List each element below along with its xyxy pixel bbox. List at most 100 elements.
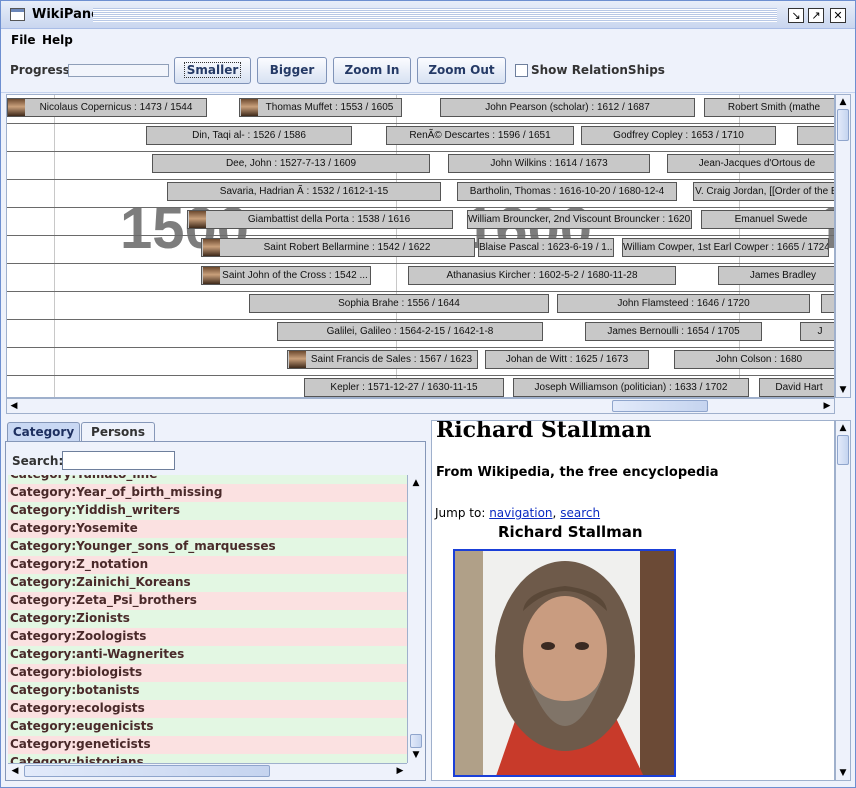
menu-help[interactable]: Help <box>42 33 73 47</box>
app-window: WikiPane ↘ ↗ ✕ File Help Progress Smalle… <box>0 0 856 788</box>
timeline-hscroll-thumb[interactable] <box>612 400 708 412</box>
category-list-item[interactable]: Category:Yiddish_writers <box>8 502 407 520</box>
category-horizontal-scrollbar[interactable]: ◀ ▶ <box>8 763 407 779</box>
category-hscroll-thumb[interactable] <box>24 765 270 777</box>
person-box[interactable]: Emanuel Swede <box>701 210 834 229</box>
search-input[interactable] <box>62 451 175 470</box>
scroll-left-arrow-icon[interactable]: ◀ <box>7 399 21 413</box>
show-relationships-checkbox[interactable] <box>515 64 528 77</box>
person-box[interactable]: John Pearson (scholar) : 1612 / 1687 <box>440 98 695 117</box>
category-list-item[interactable]: Category:Yamato_line <box>8 475 407 484</box>
person-box[interactable]: John Colson : 1680 <box>674 350 834 369</box>
person-box[interactable]: RenÃ© Descartes : 1596 / 1651 <box>386 126 574 145</box>
search-link[interactable]: search <box>560 506 600 520</box>
timeline-canvas[interactable]: 1500 1600 1 Nicolaus Copernicus : 1473 /… <box>6 94 835 398</box>
person-box-label: David Hart <box>775 382 823 393</box>
category-list-item[interactable]: Category:Zionists <box>8 610 407 628</box>
person-box[interactable]: Kepler : 1571-12-27 / 1630-11-15 <box>304 378 504 397</box>
person-box-label: Emanuel Swede <box>734 214 808 225</box>
person-box[interactable]: Joseph Williamson (politician) : 1633 / … <box>513 378 749 397</box>
scroll-right-arrow-icon[interactable]: ▶ <box>820 399 834 413</box>
person-box[interactable]: Dee, John : 1527-7-13 / 1609 <box>152 154 430 173</box>
zoom-in-button[interactable]: Zoom In <box>333 57 411 84</box>
tab-category[interactable]: Category <box>7 422 80 442</box>
person-box[interactable]: Johan de Witt : 1625 / 1673 <box>485 350 649 369</box>
person-box[interactable]: Saint Robert Bellarmine : 1542 / 1622 <box>201 238 475 257</box>
timeline-vertical-scrollbar[interactable]: ▲ ▼ <box>835 94 851 398</box>
category-list-item[interactable]: Category:Yosemite <box>8 520 407 538</box>
category-list-item[interactable]: Category:botanists <box>8 682 407 700</box>
scroll-up-arrow-icon[interactable]: ▲ <box>409 476 423 490</box>
maximize-button[interactable]: ↗ <box>808 8 824 23</box>
person-box[interactable]: Saint Francis de Sales : 1567 / 1623 <box>287 350 478 369</box>
person-box[interactable]: James Bernoulli : 1654 / 1705 <box>585 322 762 341</box>
person-box[interactable]: Bartholin, Thomas : 1616-10-20 / 1680-12… <box>457 182 677 201</box>
person-box[interactable]: William Cowper, 1st Earl Cowper : 1665 /… <box>622 238 829 257</box>
person-box[interactable]: Din, Taqi al- : 1526 / 1586 <box>146 126 352 145</box>
person-box[interactable]: Galilei, Galileo : 1564-2-15 / 1642-1-8 <box>277 322 543 341</box>
category-list-item[interactable]: Category:Zeta_Psi_brothers <box>8 592 407 610</box>
category-list-item[interactable]: Category:Younger_sons_of_marquesses <box>8 538 407 556</box>
category-list-item[interactable]: Category:Zoologists <box>8 628 407 646</box>
person-box-label: Kepler : 1571-12-27 / 1630-11-15 <box>330 382 478 393</box>
person-box[interactable]: James Bradley <box>718 266 834 285</box>
scroll-up-arrow-icon[interactable]: ▲ <box>836 421 850 435</box>
person-box[interactable]: Thomas Muffet : 1553 / 1605 <box>239 98 402 117</box>
category-list-item[interactable]: Category:eugenicists <box>8 718 407 736</box>
person-box[interactable]: Robert Smith (mathe <box>704 98 834 117</box>
close-button[interactable]: ✕ <box>830 8 846 23</box>
person-box[interactable]: John Wilkins : 1614 / 1673 <box>448 154 650 173</box>
person-box[interactable]: David Hart <box>759 378 834 397</box>
show-relationships-label[interactable]: Show RelationShips <box>531 63 665 77</box>
person-box[interactable]: John Flamsteed : 1646 / 1720 <box>557 294 810 313</box>
scroll-up-arrow-icon[interactable]: ▲ <box>836 95 850 109</box>
tab-persons[interactable]: Persons <box>81 422 155 442</box>
person-box[interactable]: Jean-Jacques d'Ortous de <box>667 154 834 173</box>
person-box[interactable]: Nicolaus Copernicus : 1473 / 1544 <box>7 98 207 117</box>
timeline-vscroll-thumb[interactable] <box>837 109 849 141</box>
toolbar: Progress Smaller Bigger Zoom In Zoom Out… <box>1 51 855 93</box>
person-box[interactable]: J <box>800 322 834 341</box>
category-vertical-scrollbar[interactable]: ▲ ▼ <box>407 475 423 763</box>
category-vscroll-thumb[interactable] <box>410 734 422 748</box>
person-box[interactable]: V. Craig Jordan, [[Order of the Br <box>693 182 834 201</box>
navigation-link[interactable]: navigation <box>489 506 552 520</box>
scroll-right-arrow-icon[interactable]: ▶ <box>393 764 407 778</box>
scroll-down-arrow-icon[interactable]: ▼ <box>836 383 850 397</box>
article-view[interactable]: Richard Stallman From Wikipedia, the fre… <box>431 420 835 781</box>
minimize-button[interactable]: ↘ <box>788 8 804 23</box>
category-list-item[interactable]: Category:ecologists <box>8 700 407 718</box>
person-box[interactable]: Godfrey Copley : 1653 / 1710 <box>581 126 776 145</box>
article-subtitle: From Wikipedia, the free encyclopedia <box>436 465 719 480</box>
timeline-horizontal-scrollbar[interactable]: ◀ ▶ <box>6 398 835 414</box>
person-box[interactable]: Blaise Pascal : 1623-6-19 / 1... <box>478 238 614 257</box>
category-list[interactable]: Category:Yamato_lineCategory:Year_of_bir… <box>8 475 407 763</box>
smaller-button[interactable]: Smaller <box>174 57 251 84</box>
zoom-out-button[interactable]: Zoom Out <box>417 57 506 84</box>
person-box[interactable]: Giambattist della Porta : 1538 / 1616 <box>187 210 453 229</box>
category-list-item[interactable]: Category:biologists <box>8 664 407 682</box>
category-list-item[interactable]: Category:historians <box>8 754 407 763</box>
category-list-item[interactable]: Category:anti-Wagnerites <box>8 646 407 664</box>
article-vertical-scrollbar[interactable]: ▲ ▼ <box>835 420 851 781</box>
bigger-button[interactable]: Bigger <box>257 57 327 84</box>
person-box[interactable]: Sophia Brahe : 1556 / 1644 <box>249 294 549 313</box>
title-bar[interactable]: WikiPane ↘ ↗ ✕ <box>1 1 855 29</box>
person-box[interactable]: William Brouncker, 2nd Viscount Brouncke… <box>467 210 692 229</box>
scroll-down-arrow-icon[interactable]: ▼ <box>836 766 850 780</box>
article-vscroll-thumb[interactable] <box>837 435 849 465</box>
person-box[interactable] <box>821 294 834 313</box>
category-list-item[interactable]: Category:geneticists <box>8 736 407 754</box>
menu-file[interactable]: File <box>11 33 36 47</box>
category-list-item[interactable]: Category:Zainichi_Koreans <box>8 574 407 592</box>
timeline-row-separator <box>7 123 834 124</box>
person-box[interactable]: Savaria, Hadrian Ã : 1532 / 1612-1-15 <box>167 182 441 201</box>
scroll-left-arrow-icon[interactable]: ◀ <box>8 764 22 778</box>
person-box[interactable]: Saint John of the Cross : 1542 ... <box>201 266 371 285</box>
scroll-down-arrow-icon[interactable]: ▼ <box>409 748 423 762</box>
category-list-item[interactable]: Category:Year_of_birth_missing <box>8 484 407 502</box>
category-list-item[interactable]: Category:Z_notation <box>8 556 407 574</box>
person-box[interactable] <box>797 126 834 145</box>
timeline-row-separator <box>7 319 834 320</box>
person-box[interactable]: Athanasius Kircher : 1602-5-2 / 1680-11-… <box>408 266 676 285</box>
